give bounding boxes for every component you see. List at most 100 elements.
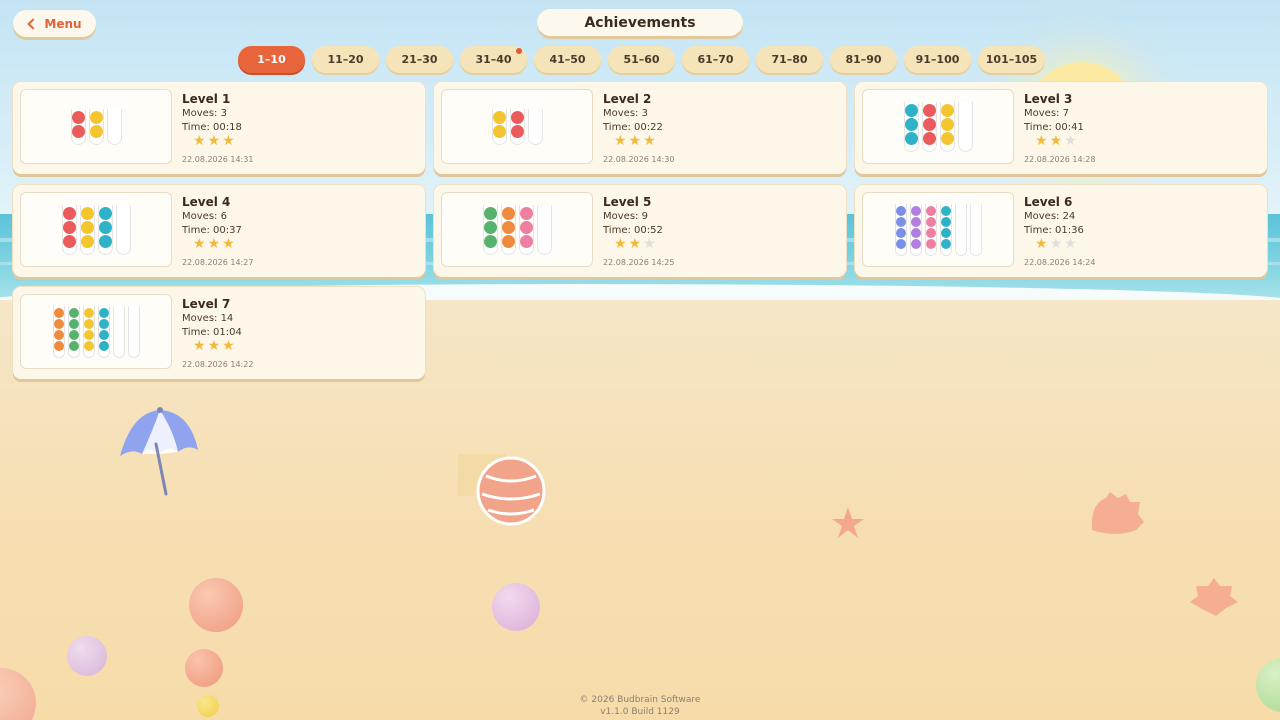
tab-81-90[interactable]: 81–90 — [830, 46, 897, 73]
level-card[interactable]: Level 5 Moves: 9 Time: 00:52 ★ ★ ★ 22.08.2… — [434, 185, 846, 277]
star-icon: ★ — [207, 236, 221, 252]
tube — [115, 204, 131, 255]
level-thumbnail — [441, 89, 593, 164]
level-moves: Moves: 24 — [1024, 211, 1076, 222]
tab-label: 101–105 — [985, 53, 1038, 66]
ball — [922, 117, 936, 131]
tube — [82, 305, 95, 358]
level-date: 22.08.2026 14:28 — [1024, 155, 1096, 164]
level-card[interactable]: Level 1 Moves: 3 Time: 00:18 ★ ★ ★ 22.08.2… — [13, 82, 425, 174]
ball — [53, 340, 64, 351]
ball — [80, 206, 94, 220]
level-title: Level 2 — [603, 92, 652, 106]
star-icon: ★ — [1049, 236, 1063, 252]
ball — [68, 318, 79, 329]
ball — [492, 124, 506, 138]
level-thumbnail — [20, 89, 172, 164]
tube — [536, 204, 552, 255]
tube — [97, 204, 113, 255]
menu-button[interactable]: Menu — [13, 10, 96, 37]
tab-101-105[interactable]: 101–105 — [978, 46, 1045, 73]
tab-1-10[interactable]: 1–10 — [238, 46, 305, 73]
level-info: Level 6 Moves: 24 Time: 01:36 — [1024, 195, 1084, 238]
tube — [509, 108, 525, 145]
ball — [98, 318, 109, 329]
ball — [904, 117, 918, 131]
star-icon: ★ — [614, 236, 627, 252]
tube — [903, 101, 919, 152]
star-icon: ★ — [193, 236, 206, 252]
level-thumbnail — [20, 294, 172, 369]
version-text: v1.1.0 Build 1129 — [600, 707, 680, 717]
ball — [483, 234, 497, 248]
tube — [127, 305, 140, 358]
level-moves: Moves: 3 — [182, 108, 227, 119]
tube — [518, 204, 534, 255]
tab-11-20[interactable]: 11–20 — [312, 46, 379, 73]
level-card[interactable]: Level 3 Moves: 7 Time: 00:41 ★ ★ ★ 22.08.2… — [855, 82, 1267, 174]
tab-21-30[interactable]: 21–30 — [386, 46, 453, 73]
tab-label: 61–70 — [697, 53, 734, 66]
ball — [925, 216, 936, 227]
level-date: 22.08.2026 14:27 — [182, 258, 254, 267]
level-title: Level 7 — [182, 297, 231, 311]
star-icon: ★ — [1049, 133, 1063, 149]
ball — [925, 205, 936, 216]
level-thumbnail — [20, 192, 172, 267]
star-icon: ★ — [1035, 236, 1048, 252]
tube — [969, 203, 982, 256]
level-date: 22.08.2026 14:30 — [603, 155, 675, 164]
ball — [910, 227, 921, 238]
tab-label: 11–20 — [327, 53, 364, 66]
decor-bubble — [67, 636, 107, 676]
tube-set — [61, 204, 131, 255]
tube-set — [482, 204, 552, 255]
tube-set — [70, 108, 122, 145]
tube — [106, 108, 122, 145]
ball — [922, 103, 936, 117]
ball — [510, 110, 524, 124]
ball — [68, 329, 79, 340]
level-card[interactable]: Level 7 Moves: 14 Time: 01:04 ★ ★ ★ 22.08.… — [13, 287, 425, 379]
star-icon: ★ — [193, 133, 206, 149]
star-icon: ★ — [643, 133, 656, 149]
ball — [510, 124, 524, 138]
level-thumbnail — [441, 192, 593, 267]
ball — [89, 124, 103, 138]
ball — [62, 220, 76, 234]
ball — [940, 131, 954, 145]
ball — [83, 340, 94, 351]
level-card[interactable]: Level 2 Moves: 3 Time: 00:22 ★ ★ ★ 22.08.2… — [434, 82, 846, 174]
ball — [925, 238, 936, 249]
tab-41-50[interactable]: 41–50 — [534, 46, 601, 73]
ball — [895, 216, 906, 227]
tab-91-100[interactable]: 91–100 — [904, 46, 971, 73]
ball — [904, 131, 918, 145]
star-icon: ★ — [1035, 133, 1048, 149]
ball — [98, 340, 109, 351]
ball — [83, 307, 94, 318]
tab-label: 1–10 — [257, 53, 286, 66]
tab-51-60[interactable]: 51–60 — [608, 46, 675, 73]
ball — [68, 307, 79, 318]
ball — [519, 234, 533, 248]
tube — [88, 108, 104, 145]
tab-71-80[interactable]: 71–80 — [756, 46, 823, 73]
star-rating: ★ ★ ★ — [1035, 237, 1077, 251]
tube — [954, 203, 967, 256]
star-rating: ★ ★ ★ — [614, 237, 656, 251]
ball — [68, 340, 79, 351]
page-title: Achievements — [537, 9, 743, 36]
star-icon: ★ — [628, 133, 642, 149]
level-card[interactable]: Level 4 Moves: 6 Time: 00:37 ★ ★ ★ 22.08.2… — [13, 185, 425, 277]
tube-set — [903, 101, 973, 152]
star-icon: ★ — [222, 338, 235, 354]
tube — [61, 204, 77, 255]
tab-label: 41–50 — [549, 53, 586, 66]
tab-31-40[interactable]: 31–40 — [460, 46, 527, 73]
tube — [79, 204, 95, 255]
level-card[interactable]: Level 6 Moves: 24 Time: 01:36 ★ ★ ★ 22.08.… — [855, 185, 1267, 277]
tab-61-70[interactable]: 61–70 — [682, 46, 749, 73]
star-icon: ★ — [1064, 133, 1077, 149]
seashell-icon — [1091, 492, 1144, 534]
